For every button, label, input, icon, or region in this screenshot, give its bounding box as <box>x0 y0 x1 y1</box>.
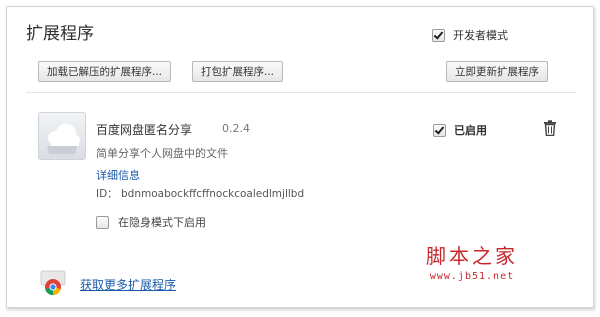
enabled-label: 已启用 <box>454 124 487 137</box>
chrome-store-icon <box>40 270 66 296</box>
extension-id: ID： bdnmoabockffcffnockcoaledlmjllbd <box>96 188 305 200</box>
details-link[interactable]: 详细信息 <box>96 167 140 183</box>
developer-mode-checkbox[interactable] <box>432 28 445 42</box>
page-title: 扩展程序 <box>26 24 94 44</box>
watermark-title: 脚本之家 <box>426 244 518 268</box>
watermark-url: www.jb51.net <box>429 271 515 282</box>
update-extensions-button[interactable]: 立即更新扩展程序 <box>446 61 548 82</box>
enabled-checkbox[interactable] <box>433 123 446 137</box>
developer-mode-label: 开发者模式 <box>453 29 508 42</box>
extension-version: 0.2.4 <box>222 122 250 135</box>
divider <box>26 92 576 93</box>
load-unpacked-button[interactable]: 加载已解压的扩展程序... <box>38 61 172 82</box>
cloud-icon <box>38 112 86 160</box>
trash-icon[interactable] <box>543 120 557 136</box>
pack-extension-button[interactable]: 打包扩展程序... <box>192 61 284 82</box>
get-more-extensions-link[interactable]: 获取更多扩展程序 <box>80 276 176 293</box>
extension-description: 简单分享个人网盘中的文件 <box>96 147 228 160</box>
incognito-label: 在隐身模式下启用 <box>118 216 206 229</box>
enabled-toggle[interactable]: 已启用 <box>433 122 487 138</box>
extension-name: 百度网盘匿名分享 <box>96 123 193 137</box>
developer-mode-toggle[interactable]: 开发者模式 <box>432 27 508 43</box>
site-watermark: 脚本之家 www.jb51.net <box>426 240 518 282</box>
incognito-checkbox[interactable] <box>96 215 109 229</box>
incognito-toggle[interactable]: 在隐身模式下启用 <box>96 214 206 230</box>
